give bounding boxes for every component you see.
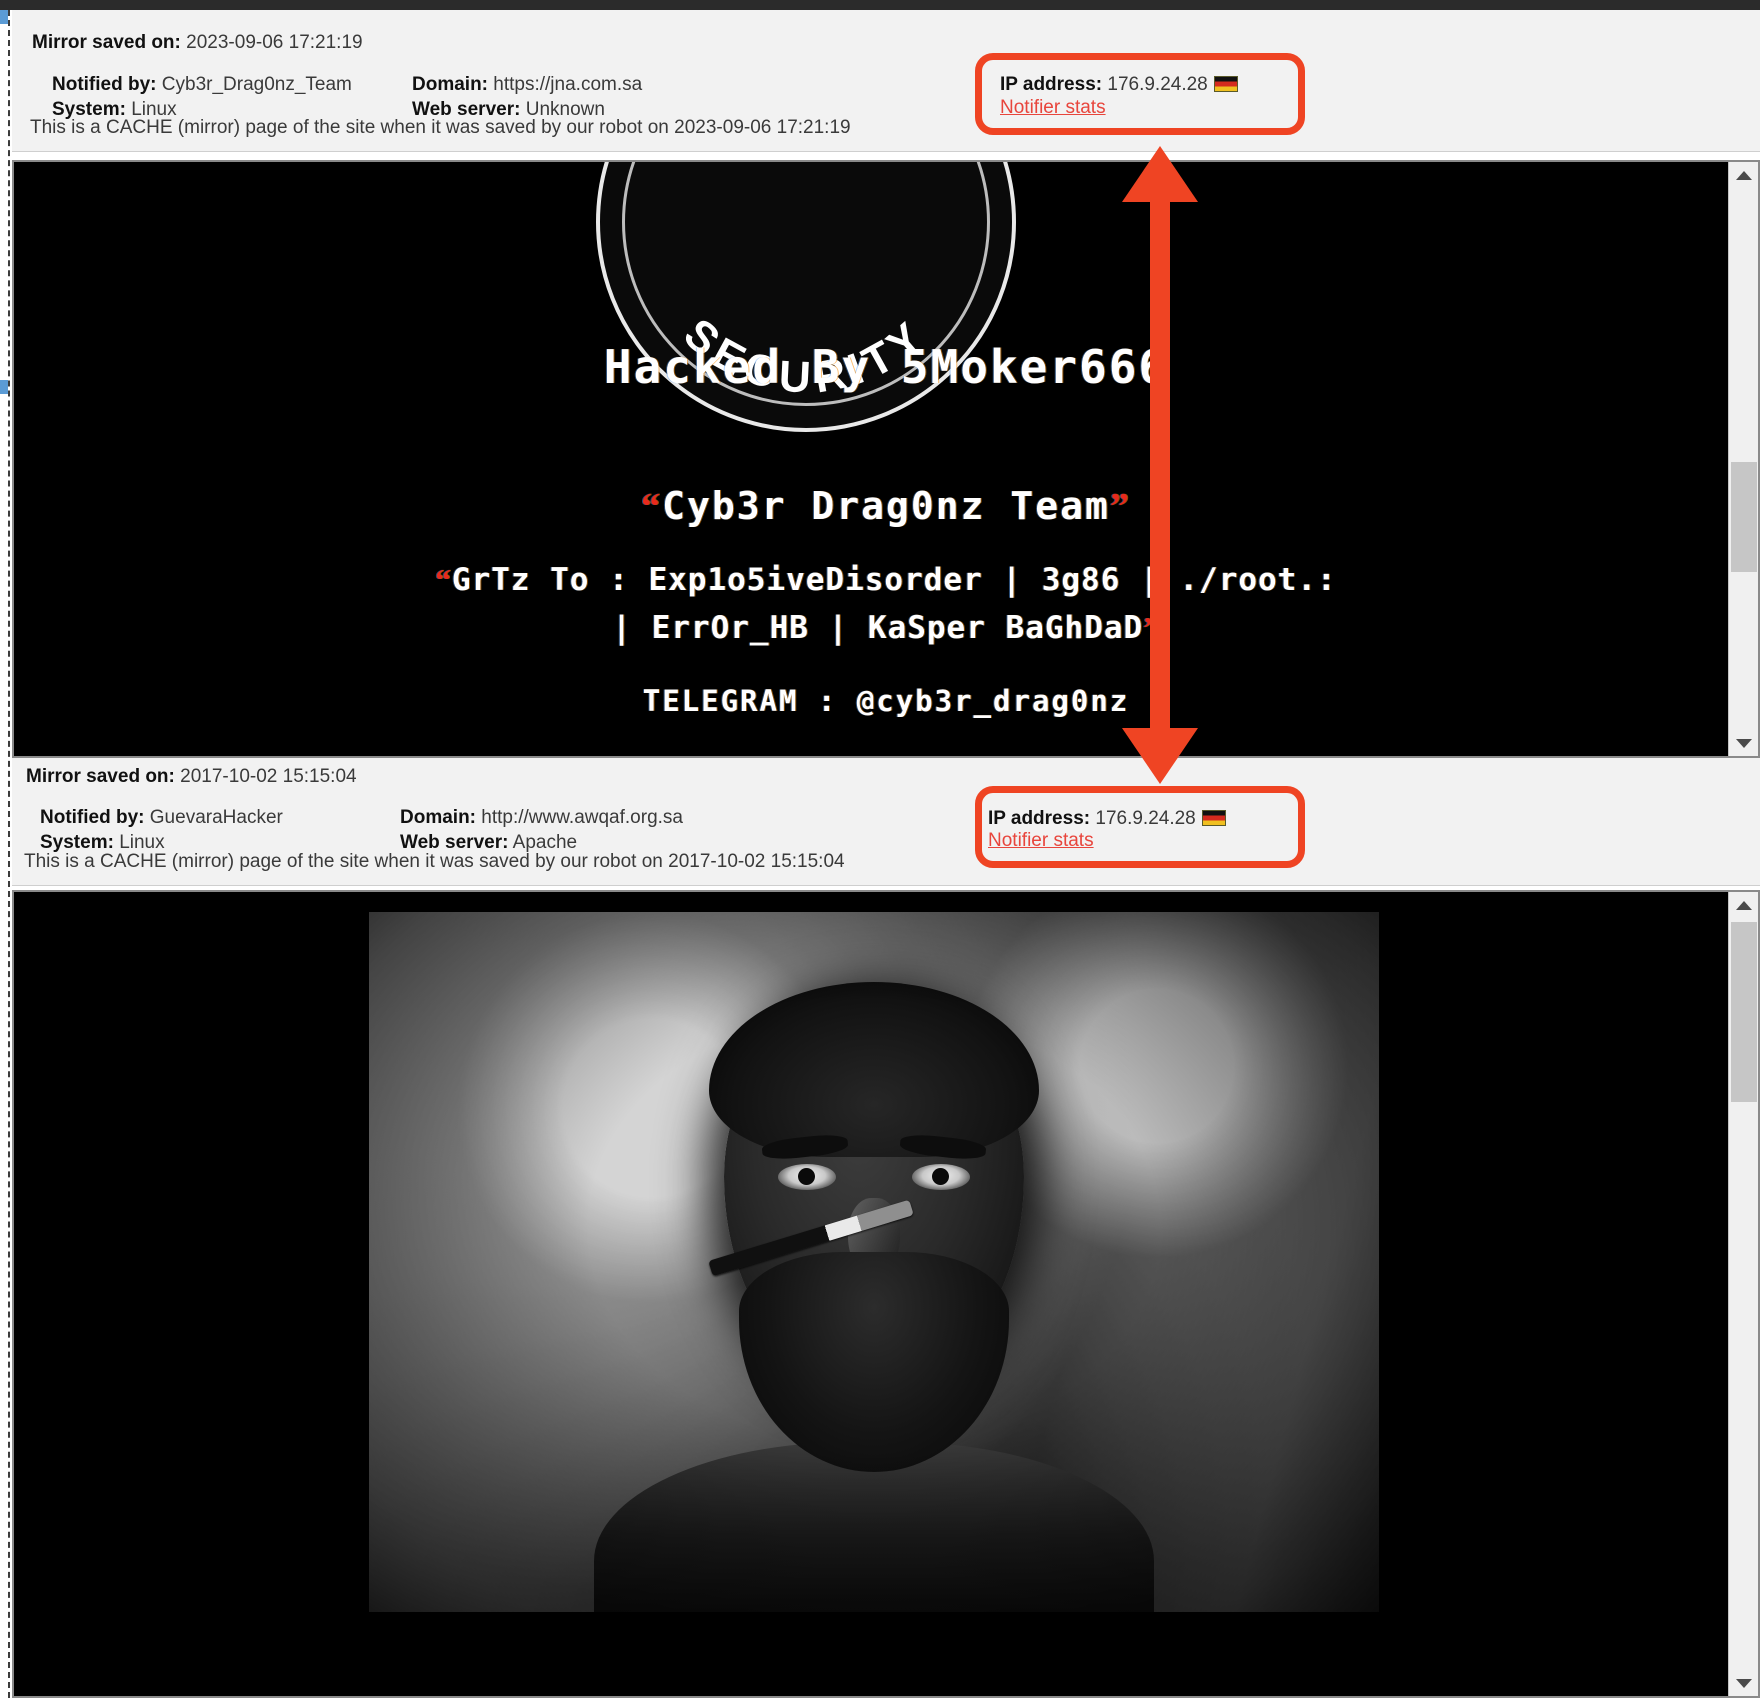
scroll-up-arrow-icon[interactable] (1729, 892, 1758, 918)
domain-label: Domain: (400, 807, 476, 828)
quote-close-icon: ” (1143, 610, 1160, 645)
mirror-saved-value: 2017-10-02 15:15:04 (180, 766, 357, 787)
domain-label: Domain: (412, 74, 488, 95)
ip-address-label: IP address: (988, 808, 1091, 829)
deface-greetz-text-1: GrTz To : Exp1o5iveDisorder | 3g86 | ./r… (451, 562, 1337, 598)
deface-headline: Hacked By 5Moker666 (14, 340, 1758, 394)
rail-mark (0, 380, 8, 394)
mirror-saved-on-1: Mirror saved on: 2023-09-06 17:21:19 (32, 32, 363, 54)
scroll-up-arrow-icon[interactable] (1729, 162, 1758, 188)
mirror-saved-label: Mirror saved on: (32, 32, 181, 53)
photo-vignette (369, 912, 1379, 1612)
deface-greetz-line-1: “GrTz To : Exp1o5iveDisorder | 3g86 | ./… (14, 562, 1758, 598)
cache-note-date: 2023-09-06 17:21:19 (674, 117, 851, 138)
deface-team-name: Cyb3r Drag0nz Team (662, 484, 1110, 528)
scroll-down-arrow-icon[interactable] (1729, 1670, 1758, 1696)
deface-scrollbar-2[interactable] (1728, 892, 1758, 1696)
ip-address-value: 176.9.24.28 (1095, 808, 1196, 829)
webserver-label: Web server: (400, 832, 509, 853)
notifier-stats-link-2[interactable]: Notifier stats (988, 830, 1094, 852)
scrollbar-thumb[interactable] (1731, 922, 1757, 1102)
webserver-value: Apache (512, 832, 578, 853)
left-dashed-rail (0, 10, 10, 1698)
ip-address-row-1: IP address: 176.9.24.28 (1000, 74, 1238, 96)
notified-by-row: Notified by: Cyb3r_Drag0nz_Team (52, 72, 352, 97)
notified-by-value: Cyb3r_Drag0nz_Team (161, 74, 352, 95)
cache-note-2: This is a CACHE (mirror) page of the sit… (24, 851, 845, 873)
notified-by-value: GuevaraHacker (149, 807, 283, 828)
cache-note-prefix: This is a CACHE (mirror) page of the sit… (24, 851, 669, 872)
system-label: System: (40, 832, 114, 853)
notified-by-label: Notified by: (52, 74, 157, 95)
ip-address-label: IP address: (1000, 74, 1103, 95)
mirror-saved-on-2: Mirror saved on: 2017-10-02 15:15:04 (26, 766, 357, 788)
deface-canvas-2 (14, 892, 1758, 1696)
deface-telegram-line: TELEGRAM : @cyb3r_drag0nz (14, 684, 1758, 718)
deface-team-line: “Cyb3r Drag0nz Team” (14, 484, 1758, 529)
quote-close-icon: ” (1109, 486, 1131, 528)
ip-address-row-2: IP address: 176.9.24.28 (988, 808, 1226, 830)
mirror-notified-column-1: Notified by: Cyb3r_Drag0nz_Team System: … (52, 72, 352, 122)
domain-row: Domain: http://www.awqaf.org.sa (400, 805, 683, 830)
deface-headline-text: Hacked By 5Moker666 (603, 340, 1169, 394)
ip-address-value: 176.9.24.28 (1107, 74, 1208, 95)
domain-row: Domain: https://jna.com.sa (412, 72, 642, 97)
mirror-domain-column-1: Domain: https://jna.com.sa Web server: U… (412, 72, 642, 122)
system-value: Linux (119, 832, 165, 853)
domain-value: http://www.awqaf.org.sa (481, 807, 683, 828)
deface-viewport-2 (12, 890, 1760, 1698)
deface-scrollbar-1[interactable] (1728, 162, 1758, 756)
deface-canvas-1: SECURITY Hacked By 5Moker666 “Cyb3r Drag… (14, 162, 1758, 756)
quote-open-icon: “ (435, 562, 452, 597)
germany-flag-icon (1213, 76, 1238, 92)
domain-value: https://jna.com.sa (493, 74, 643, 95)
germany-flag-icon (1201, 810, 1226, 826)
mirror-saved-label: Mirror saved on: (26, 766, 175, 787)
screenshot-root: Mirror saved on: 2023-09-06 17:21:19 Not… (0, 0, 1760, 1698)
notified-by-row: Notified by: GuevaraHacker (40, 805, 283, 830)
scrollbar-thumb[interactable] (1731, 462, 1757, 572)
rail-mark (0, 10, 8, 24)
deface-telegram-text: TELEGRAM : @cyb3r_drag0nz (642, 684, 1130, 718)
mirror-domain-column-2: Domain: http://www.awqaf.org.sa Web serv… (400, 805, 683, 855)
mirror-saved-value: 2023-09-06 17:21:19 (186, 32, 363, 53)
scroll-down-arrow-icon[interactable] (1729, 730, 1758, 756)
notifier-stats-link-1[interactable]: Notifier stats (1000, 97, 1106, 119)
quote-open-icon: “ (641, 486, 663, 528)
notified-by-label: Notified by: (40, 807, 145, 828)
deface-greetz-text-2: | ErrOr_HB | KaSper BaGhDaD (612, 610, 1144, 646)
cache-note-1: This is a CACHE (mirror) page of the sit… (30, 117, 851, 139)
che-guevara-photo (369, 912, 1379, 1612)
browser-top-strip (0, 0, 1760, 10)
mirror-notified-column-2: Notified by: GuevaraHacker System: Linux (40, 805, 283, 855)
cache-note-prefix: This is a CACHE (mirror) page of the sit… (30, 117, 675, 138)
deface-viewport-1: SECURITY Hacked By 5Moker666 “Cyb3r Drag… (12, 160, 1760, 758)
deface-greetz-line-2: | ErrOr_HB | KaSper BaGhDaD” (14, 610, 1758, 646)
cache-note-date: 2017-10-02 15:15:04 (668, 851, 845, 872)
